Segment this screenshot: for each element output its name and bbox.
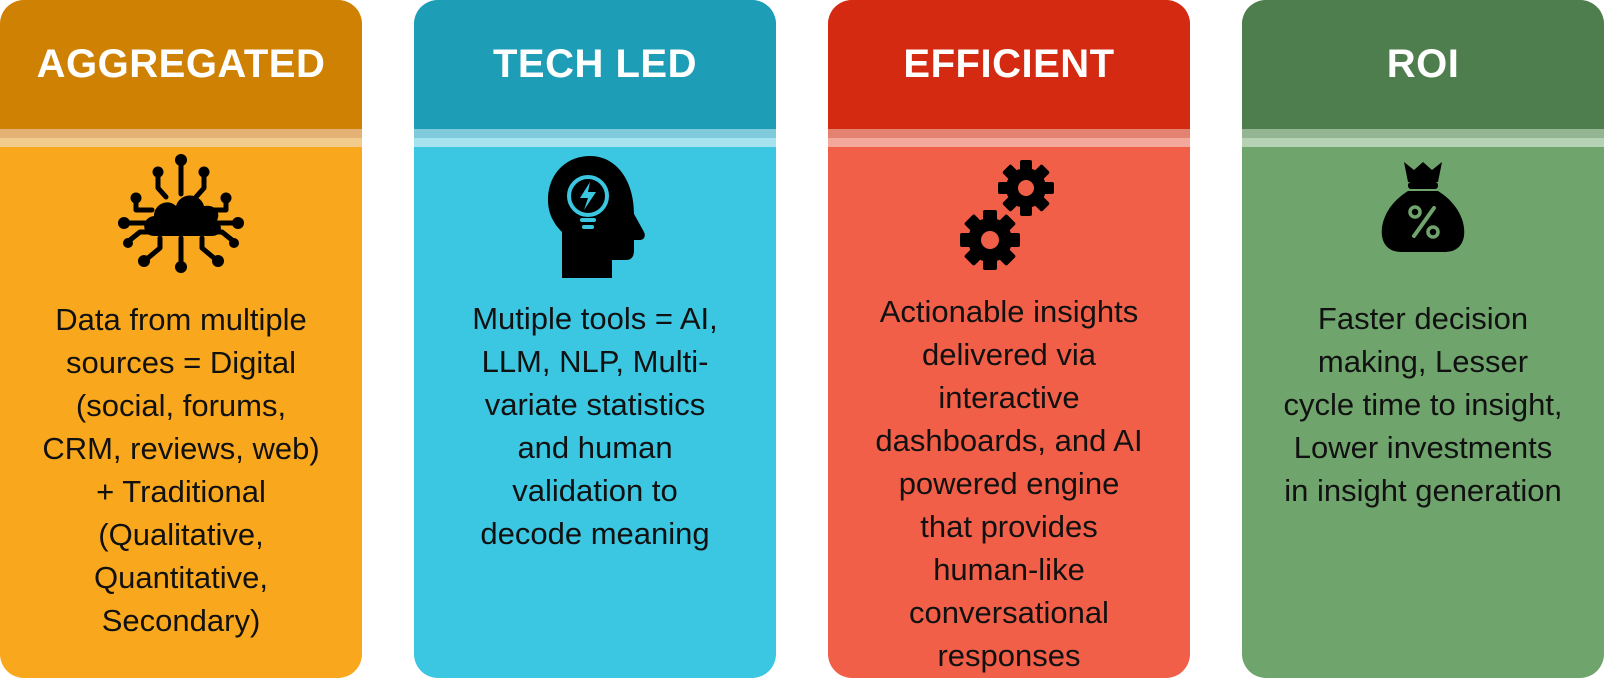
text-line: and human	[517, 430, 673, 465]
money-bag-percent-icon	[1378, 158, 1468, 258]
text-line: delivered via	[921, 337, 1097, 372]
text-line: responses	[937, 638, 1081, 673]
text-line: Mutiple tools = AI,	[472, 301, 718, 336]
text-line: + Traditional	[96, 474, 266, 509]
text-line: sources = Digital	[65, 345, 297, 380]
text-line: cycle time to insight,	[1283, 387, 1563, 422]
card-tech-led: TECH LED Mutiple tools = AI, LLM, NLP, M…	[414, 0, 776, 678]
card-description: Actionable insights delivered via intera…	[844, 290, 1174, 677]
text-line: (Qualitative,	[98, 517, 264, 552]
text-line: human-like	[933, 552, 1085, 587]
text-line: variate statistics	[484, 387, 706, 422]
header-divider	[414, 129, 776, 147]
card-title: AGGREGATED	[0, 0, 362, 129]
text-line: that provides	[920, 509, 1098, 544]
text-line: validation to	[512, 473, 678, 508]
text-line: conversational	[909, 595, 1109, 630]
text-line: interactive	[938, 380, 1080, 415]
text-line: Lower investments	[1293, 430, 1553, 465]
header-divider	[0, 129, 362, 147]
card-aggregated: AGGREGATED Data from multiple sources = …	[0, 0, 362, 678]
text-line: decode meaning	[480, 516, 710, 551]
header-divider	[828, 129, 1190, 147]
card-efficient: EFFICIENT Actionable insights delivered …	[828, 0, 1190, 678]
card-description: Data from multiple sources = Digital (so…	[16, 298, 346, 642]
card-roi: ROI Faster decision making, Lesser cycle…	[1242, 0, 1604, 678]
card-title: ROI	[1242, 0, 1604, 129]
text-line: Quantitative,	[93, 560, 269, 595]
text-line: in insight generation	[1284, 473, 1562, 508]
card-description: Faster decision making, Lesser cycle tim…	[1258, 297, 1588, 512]
card-title: TECH LED	[414, 0, 776, 129]
text-line: CRM, reviews, web)	[42, 431, 320, 466]
cloud-network-icon	[116, 150, 246, 280]
text-line: (social, forums,	[75, 388, 287, 423]
head-lightbulb-icon	[540, 150, 650, 280]
text-line: Faster decision	[1317, 301, 1529, 336]
card-description: Mutiple tools = AI, LLM, NLP, Multi- var…	[430, 297, 760, 555]
text-line: LLM, NLP, Multi-	[481, 344, 709, 379]
text-line: powered engine	[898, 466, 1120, 501]
text-line: Data from multiple	[55, 302, 307, 337]
text-line: making, Lesser	[1317, 344, 1529, 379]
card-title: EFFICIENT	[828, 0, 1190, 129]
text-line: dashboards, and AI	[875, 423, 1143, 458]
text-line: Secondary)	[101, 603, 261, 638]
header-divider	[1242, 129, 1604, 147]
gears-icon	[954, 158, 1064, 276]
text-line: Actionable insights	[879, 294, 1139, 329]
